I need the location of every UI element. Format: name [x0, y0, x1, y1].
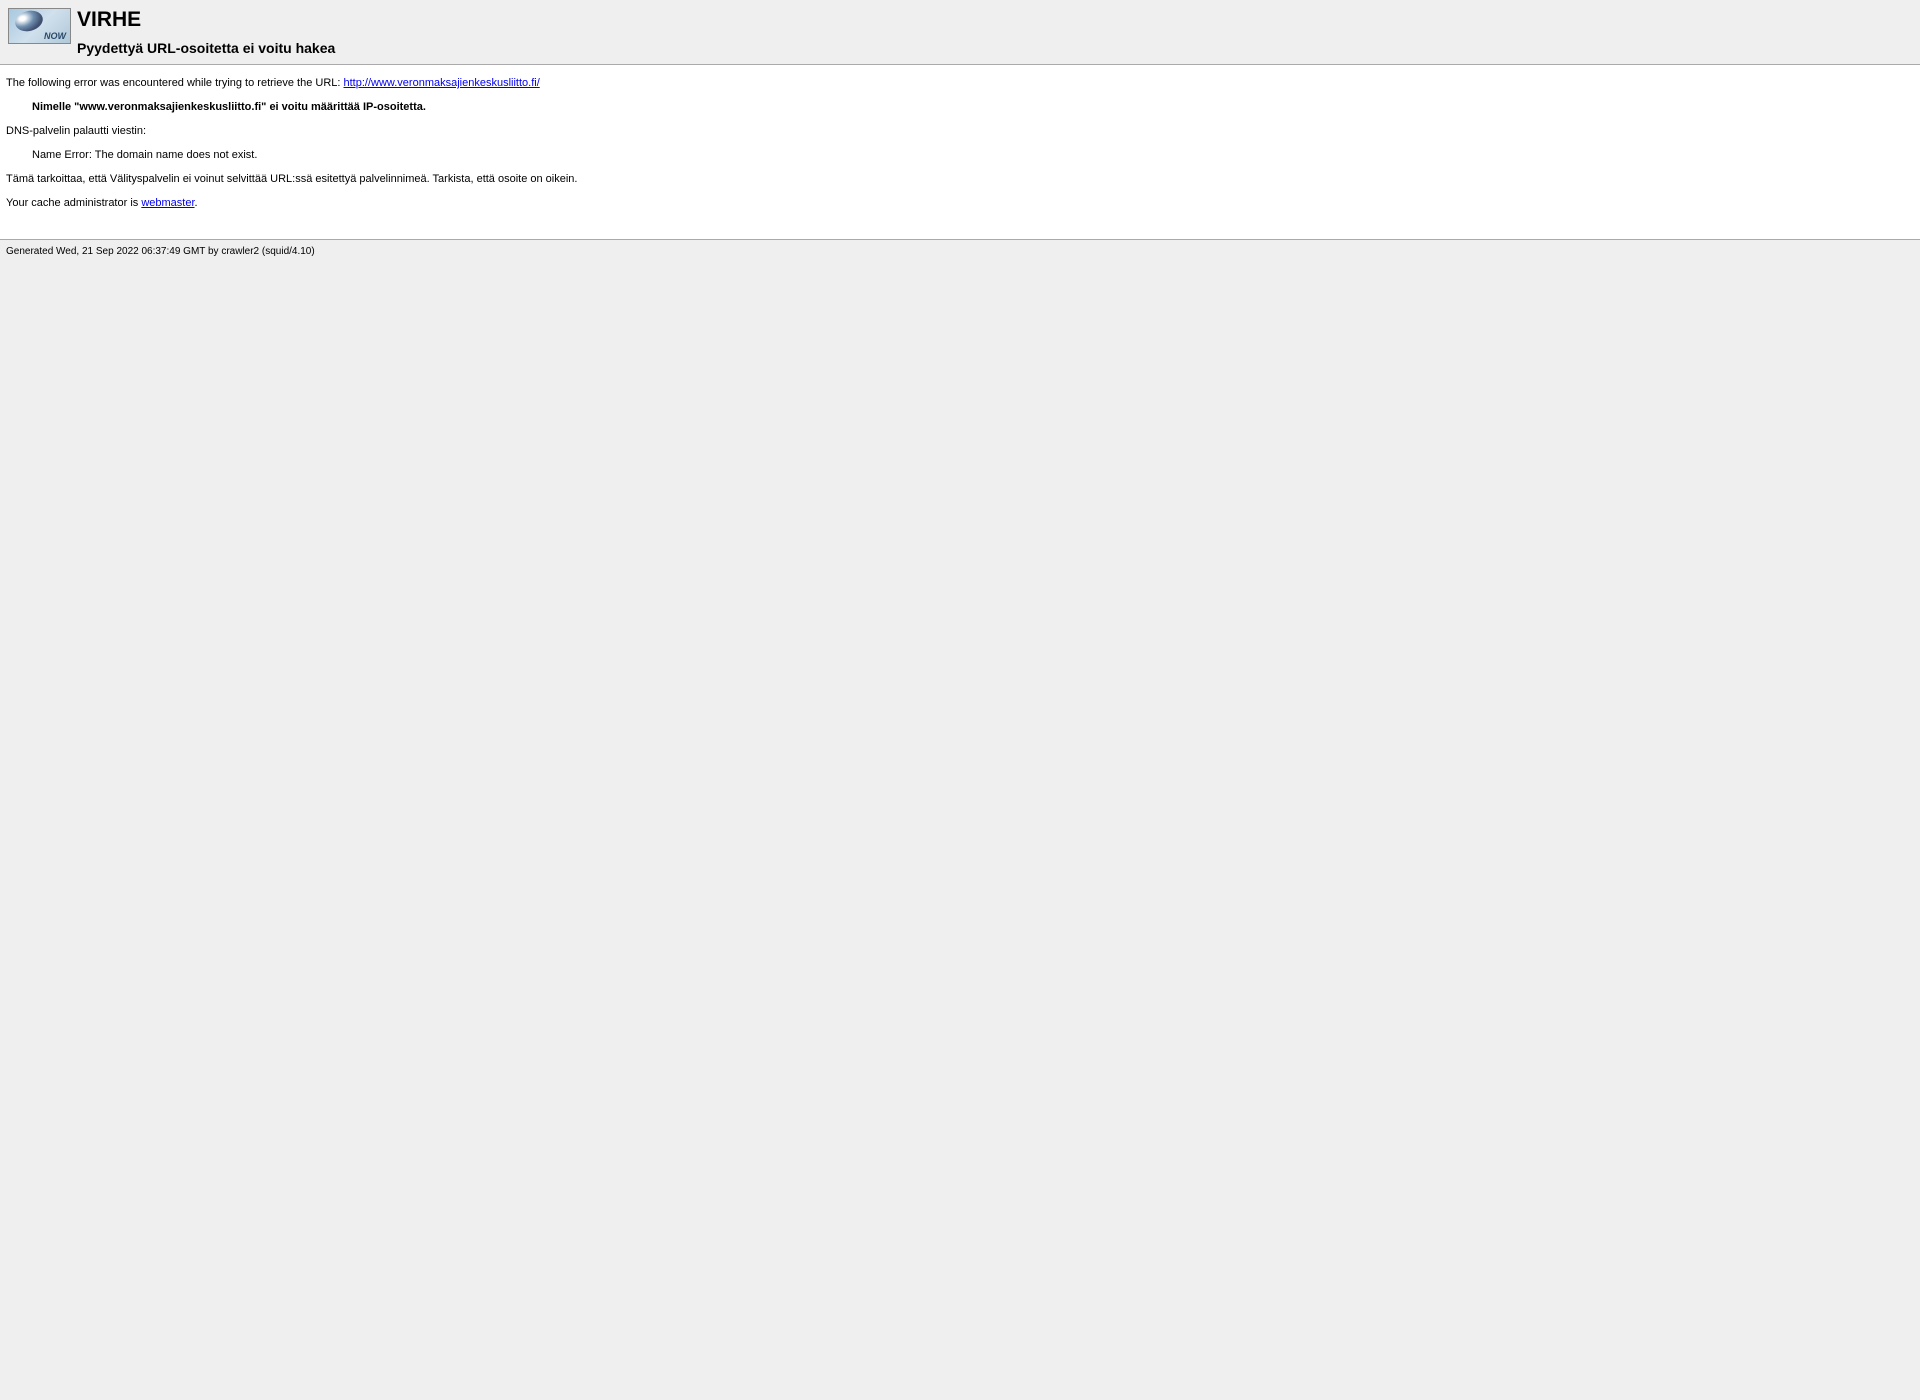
dns-error-message: Name Error: The domain name does not exi…	[32, 149, 1914, 161]
admin-paragraph: Your cache administrator is webmaster.	[6, 197, 1914, 209]
swirl-graphic-icon	[13, 8, 45, 34]
generated-timestamp: Generated Wed, 21 Sep 2022 06:37:49 GMT …	[6, 246, 315, 257]
icon-caption: NOW	[44, 31, 66, 41]
header-text-block: VIRHE Pyydettyä URL-osoitetta ei voitu h…	[77, 8, 335, 56]
error-content: The following error was encountered whil…	[0, 65, 1920, 239]
failed-url-link[interactable]: http://www.veronmaksajienkeskusliitto.fi…	[344, 77, 540, 89]
error-title: VIRHE	[77, 8, 335, 32]
error-subtitle: Pyydettyä URL-osoitetta ei voitu hakea	[77, 40, 335, 56]
squid-logo-icon: NOW	[8, 8, 71, 44]
admin-prefix: Your cache administrator is	[6, 197, 141, 209]
error-detail-bold: Nimelle "www.veronmaksajienkeskusliitto.…	[32, 101, 1914, 113]
intro-text: The following error was encountered whil…	[6, 77, 344, 89]
webmaster-link[interactable]: webmaster	[141, 197, 194, 209]
footer: Generated Wed, 21 Sep 2022 06:37:49 GMT …	[0, 240, 1920, 263]
admin-suffix: .	[195, 197, 198, 209]
intro-paragraph: The following error was encountered whil…	[6, 77, 1914, 89]
error-header: NOW VIRHE Pyydettyä URL-osoitetta ei voi…	[0, 0, 1920, 64]
dns-label: DNS-palvelin palautti viestin:	[6, 125, 1914, 137]
explanation-text: Tämä tarkoittaa, että Välityspalvelin ei…	[6, 173, 1914, 185]
